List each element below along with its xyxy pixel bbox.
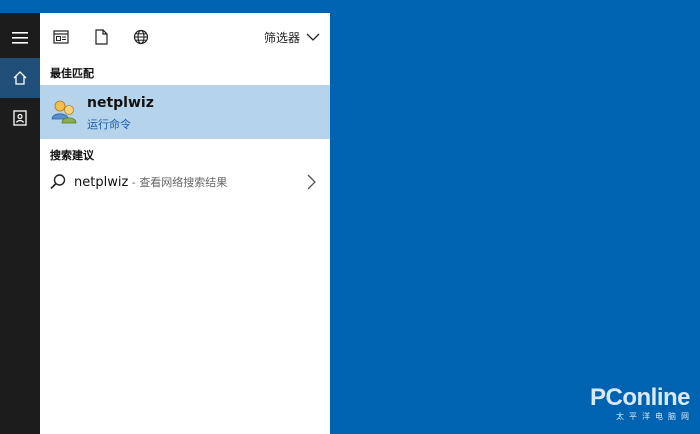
best-match-subtitle: 运行命令 [87, 118, 131, 131]
suggestion-query: netplwiz [74, 175, 129, 190]
best-match-heading: 最佳匹配 [50, 67, 94, 80]
chevron-right-icon[interactable] [304, 173, 318, 191]
watermark: PConline 太平洋电脑网 [589, 384, 691, 422]
suggestion-description: - 查看网络搜索结果 [128, 176, 228, 189]
best-match-title: netplwiz [87, 95, 154, 111]
apps-filter-icon[interactable] [51, 27, 71, 47]
hamburger-menu-icon[interactable] [0, 18, 40, 58]
home-icon[interactable] [0, 58, 40, 98]
best-match-result[interactable]: netplwiz 运行命令 [40, 85, 330, 139]
watermark-logo: PConline [589, 384, 691, 411]
chevron-down-icon [306, 33, 320, 41]
user-accounts-icon [50, 97, 78, 125]
watermark-subtitle: 太平洋电脑网 [616, 412, 694, 421]
suggestion-text: netplwiz - 查看网络搜索结果 [74, 174, 227, 190]
filter-dropdown[interactable]: 筛选器 [264, 27, 320, 47]
filter-label: 筛选器 [263, 30, 300, 45]
list-item[interactable]: netplwiz - 查看网络搜索结果 [40, 169, 330, 195]
search-suggestions-heading: 搜索建议 [50, 149, 94, 162]
search-panel: 筛选器 最佳匹配 netplwiz 运行命令 搜索建议 netplwiz - 查… [40, 13, 330, 434]
notebook-icon[interactable] [0, 98, 40, 138]
documents-filter-icon[interactable] [91, 27, 111, 47]
start-rail [0, 13, 40, 434]
search-icon [49, 173, 67, 191]
filter-bar: 筛选器 [40, 13, 330, 59]
web-filter-icon[interactable] [131, 27, 151, 47]
